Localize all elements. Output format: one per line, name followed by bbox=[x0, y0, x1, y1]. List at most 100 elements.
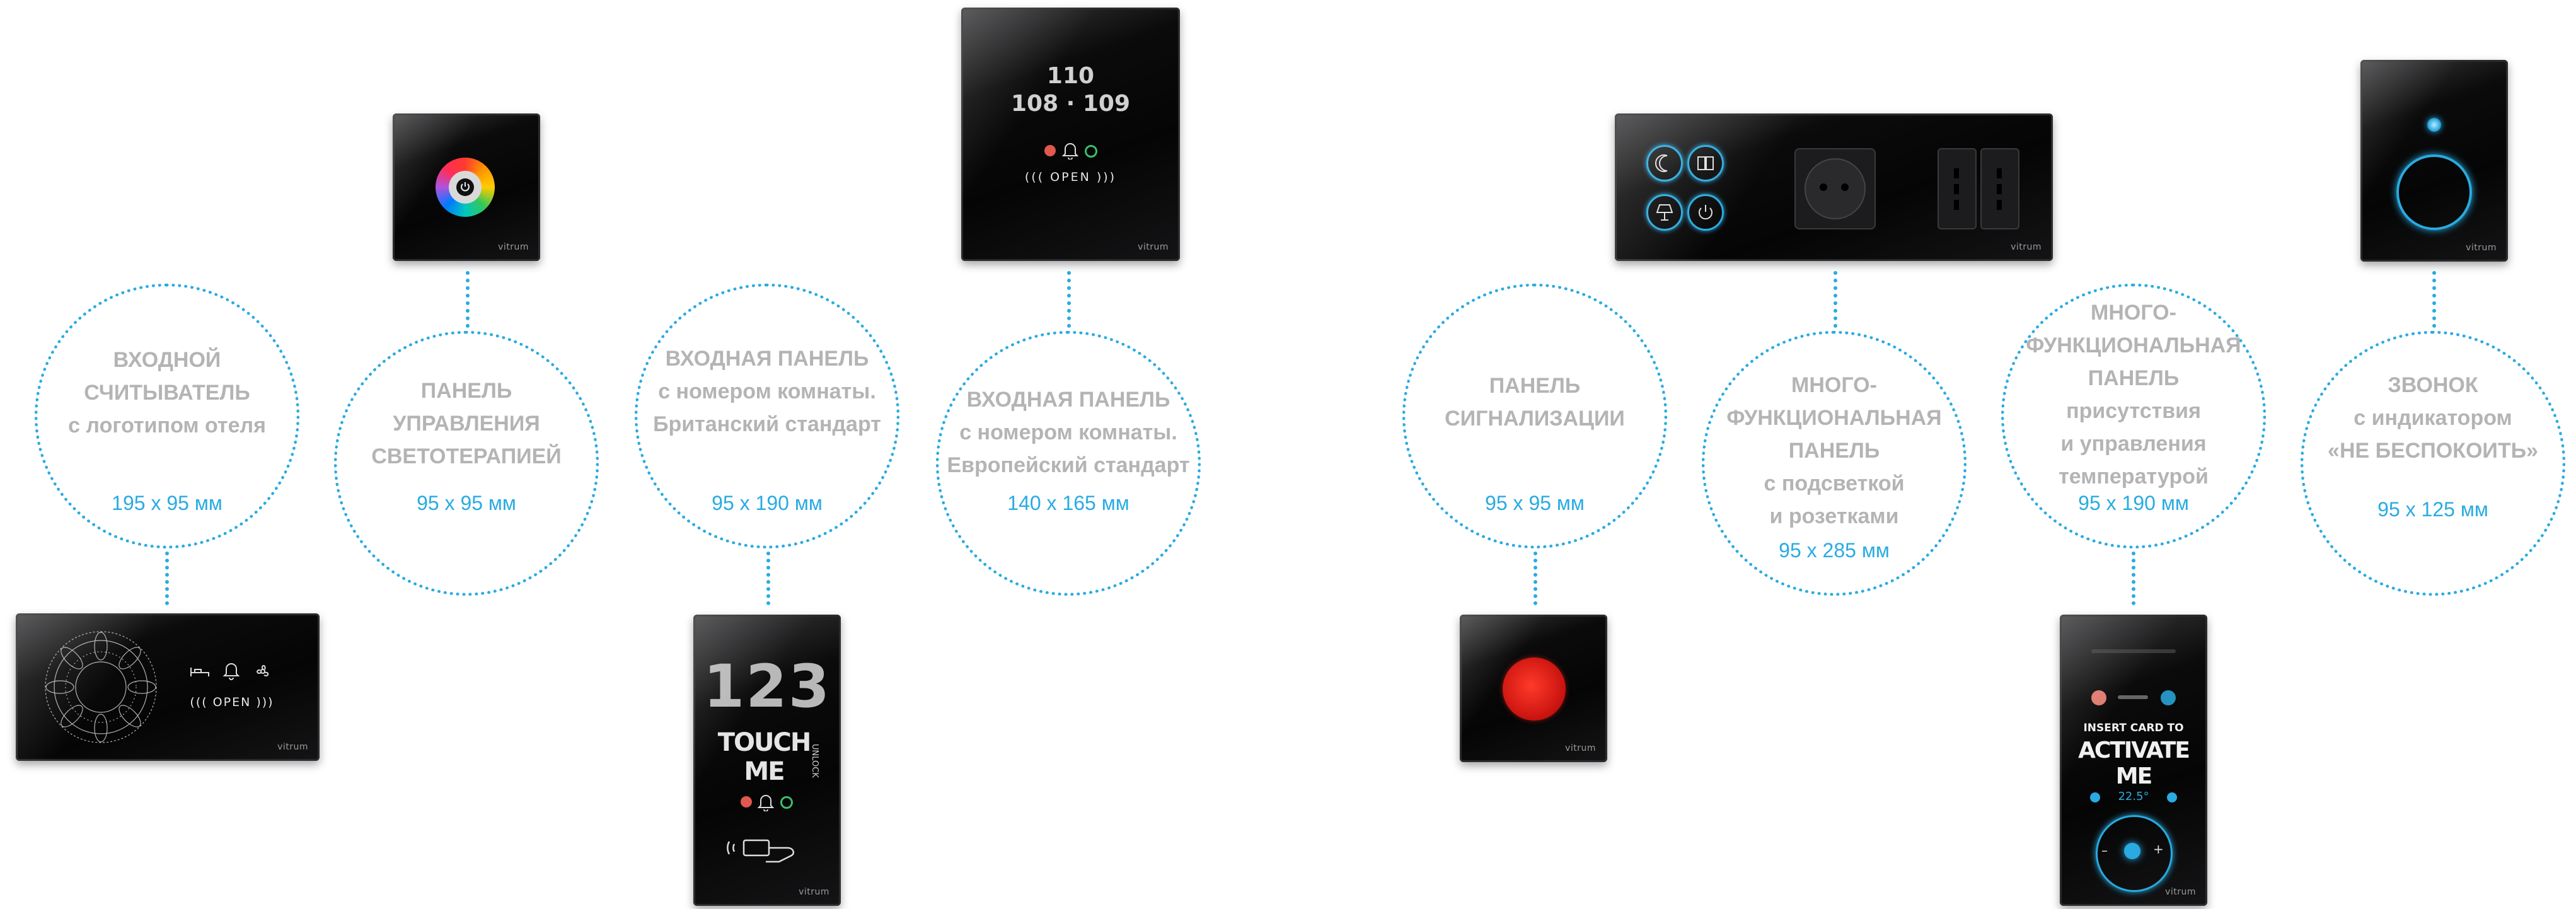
label-entry-european: ВХОДНАЯ ПАНЕЛЬ с номером комнаты. Европе… bbox=[932, 383, 1205, 482]
dnd-indicator bbox=[2427, 118, 2441, 132]
connector-line bbox=[466, 271, 470, 328]
label-line: ПАНЕЛЬ bbox=[1489, 374, 1581, 398]
label-line: с индикатором bbox=[2354, 406, 2512, 430]
label-line: Европейский стандарт bbox=[947, 453, 1190, 477]
size-entry-british: 95 х 190 мм bbox=[712, 492, 823, 514]
plus-sign: + bbox=[2153, 842, 2164, 857]
fan-indicator bbox=[2090, 792, 2100, 802]
label-line: ПАНЕЛЬ bbox=[420, 379, 512, 403]
label-alarm: ПАНЕЛЬ СИГНАЛИЗАЦИИ bbox=[1402, 369, 1667, 435]
schuko-socket[interactable] bbox=[1794, 148, 1876, 229]
label-line: УПРАВЛЕНИЯ bbox=[393, 412, 540, 436]
socket-hole bbox=[1997, 184, 2002, 194]
alarm-button[interactable] bbox=[1503, 657, 1566, 721]
entry-panel-british: 123 TOUCH ME UNLOCK vitrum bbox=[693, 615, 841, 906]
label-line: «НЕ БЕСПОКОИТЬ» bbox=[2328, 439, 2538, 463]
insert-card-label: INSERT CARD TO bbox=[2083, 722, 2184, 734]
brand-logo: vitrum bbox=[2466, 243, 2497, 253]
mandala-logo-icon bbox=[45, 631, 157, 743]
room-number-bottom: 108 · 109 bbox=[1010, 91, 1131, 117]
bell-icon bbox=[222, 663, 240, 680]
brand-logo: vitrum bbox=[277, 742, 308, 752]
socket-hole bbox=[1954, 168, 1959, 178]
open-label: ((( OPEN ))) bbox=[1024, 170, 1117, 184]
label-line: и управления bbox=[2060, 432, 2207, 456]
size-doorbell: 95 х 125 мм bbox=[2377, 498, 2488, 521]
book-button[interactable] bbox=[1687, 145, 1724, 182]
italian-socket[interactable] bbox=[1938, 148, 1977, 229]
label-light-therapy: ПАНЕЛЬ УПРАВЛЕНИЯ СВЕТОТЕРАПИЕЙ bbox=[334, 374, 599, 473]
brand-logo: vitrum bbox=[1138, 242, 1169, 252]
brand-logo: vitrum bbox=[1565, 743, 1596, 753]
label-line: с логотипом отеля bbox=[68, 414, 266, 437]
label-doorbell: ЗВОНОК с индикатором «НЕ БЕСПОКОИТЬ» bbox=[2296, 369, 2570, 467]
lamp-icon bbox=[1656, 204, 1673, 221]
size-entry-reader-logo: 195 х 95 мм bbox=[112, 492, 222, 514]
italian-socket[interactable] bbox=[1980, 148, 2019, 229]
brand-logo: vitrum bbox=[498, 242, 529, 252]
red-status-dot bbox=[1044, 145, 1056, 156]
size-multi-presence: 95 х 190 мм bbox=[2078, 492, 2189, 514]
moon-button[interactable] bbox=[1646, 145, 1683, 182]
label-line: и розетками bbox=[1769, 504, 1899, 528]
socket-pin bbox=[1820, 183, 1827, 191]
label-line: ФУНКЦИОНАЛЬНАЯ bbox=[2026, 333, 2241, 357]
label-multi-presence: МНОГО- ФУНКЦИОНАЛЬНАЯ ПАНЕЛЬ присутствия… bbox=[1997, 296, 2270, 493]
power-button[interactable] bbox=[1687, 194, 1724, 231]
size-multi-sockets: 95 х 285 мм bbox=[1779, 539, 1890, 562]
label-line: ВХОДНОЙ bbox=[113, 348, 221, 372]
minus-indicator bbox=[2091, 690, 2106, 705]
label-line: СИГНАЛИЗАЦИИ bbox=[1445, 407, 1625, 431]
connector-line bbox=[766, 552, 770, 605]
doorbell-button[interactable] bbox=[2396, 154, 2472, 230]
connector-line bbox=[1834, 271, 1837, 328]
entry-reader-logo-panel: ((( OPEN ))) vitrum bbox=[16, 613, 320, 761]
power-icon bbox=[1699, 205, 1713, 220]
minus-indicator-bar bbox=[2118, 695, 2148, 699]
label-multi-sockets: МНОГО- ФУНКЦИОНАЛЬНАЯ ПАНЕЛЬ с подсветко… bbox=[1697, 369, 1971, 533]
plus-indicator bbox=[2161, 690, 2176, 705]
label-line: МНОГО- bbox=[2091, 301, 2176, 325]
bed-icon bbox=[190, 668, 209, 676]
top-slider-bar bbox=[2091, 649, 2176, 653]
label-line: ПАНЕЛЬ bbox=[1788, 439, 1880, 463]
size-alarm: 95 х 95 мм bbox=[1485, 492, 1585, 514]
size-entry-european: 140 х 165 мм bbox=[1007, 492, 1129, 514]
mode-indicator bbox=[2167, 792, 2177, 802]
label-entry-reader-logo: ВХОДНОЙ СЧИТЫВАТЕЛЬ с логотипом отеля bbox=[35, 344, 299, 442]
room-number-top: 110 bbox=[1046, 63, 1095, 89]
fan-icon bbox=[257, 665, 269, 676]
moon-icon bbox=[1655, 154, 1668, 172]
label-line: температурой bbox=[2059, 465, 2209, 489]
green-status-ring bbox=[780, 796, 793, 809]
thermostat-center[interactable] bbox=[2124, 843, 2140, 859]
entry-panel-european: 110 108 · 109 ((( OPEN ))) vitrum bbox=[961, 8, 1180, 261]
label-line: с номером комнаты. bbox=[658, 379, 876, 403]
socket-hole bbox=[1997, 200, 2002, 210]
socket-hole bbox=[1954, 200, 1959, 210]
alarm-panel: vitrum bbox=[1460, 615, 1607, 762]
book-icon bbox=[1697, 156, 1714, 170]
connector-line bbox=[1067, 271, 1071, 328]
label-line: с подсветкой bbox=[1764, 472, 1905, 495]
room-number-big: 123 bbox=[703, 652, 831, 721]
socket-pin bbox=[1841, 183, 1849, 191]
unlock-label: UNLOCK bbox=[810, 744, 819, 778]
connector-line bbox=[165, 552, 169, 605]
size-light-therapy: 95 х 95 мм bbox=[417, 492, 516, 514]
label-line: ПАНЕЛЬ bbox=[2088, 366, 2180, 390]
lamp-button[interactable] bbox=[1646, 194, 1683, 231]
multifunction-presence-panel: INSERT CARD TO ACTIVATE ME 22.5° – + vit… bbox=[2060, 615, 2207, 906]
brand-logo: vitrum bbox=[799, 887, 829, 897]
bell-icon bbox=[1062, 143, 1078, 159]
connector-line bbox=[1533, 552, 1537, 605]
doorbell-panel: vitrum bbox=[2360, 60, 2508, 262]
brand-logo: vitrum bbox=[2165, 887, 2196, 897]
label-line: Британский стандарт bbox=[653, 412, 881, 436]
socket-hole bbox=[1997, 168, 2002, 178]
socket-face bbox=[1805, 158, 1866, 219]
connector-line bbox=[2432, 271, 2436, 328]
label-line: ВХОДНАЯ ПАНЕЛЬ bbox=[966, 388, 1170, 412]
light-therapy-panel: vitrum bbox=[393, 113, 540, 261]
socket-hole bbox=[1954, 184, 1959, 194]
